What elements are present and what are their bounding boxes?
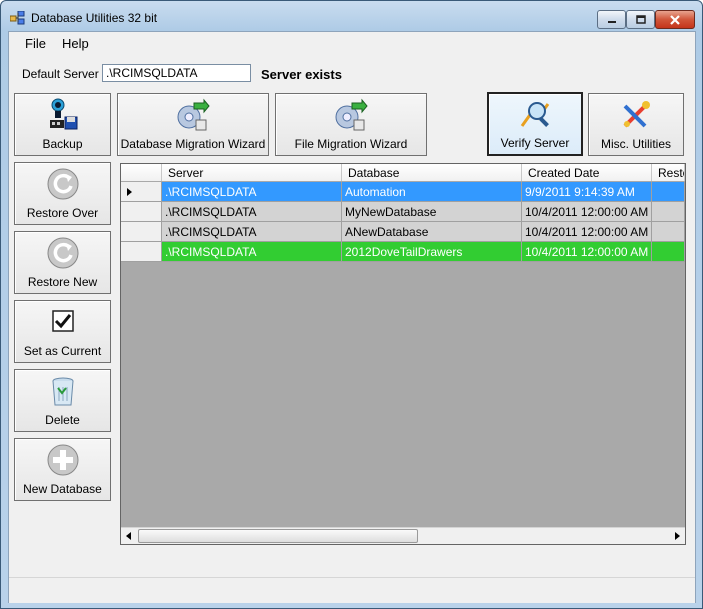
- plus-icon: [47, 444, 78, 476]
- default-server-input[interactable]: [102, 64, 251, 82]
- table-row[interactable]: .\RCIMSQLDATA MyNewDatabase 10/4/2011 12…: [121, 202, 685, 222]
- cell-restore[interactable]: [652, 182, 685, 202]
- file-migration-icon: [335, 98, 368, 131]
- cell-server[interactable]: .\RCIMSQLDATA: [162, 222, 342, 242]
- table-row[interactable]: .\RCIMSQLDATA ANewDatabase 10/4/2011 12:…: [121, 222, 685, 242]
- restore-new-icon: [47, 237, 78, 269]
- table-row[interactable]: .\RCIMSQLDATA Automation 9/9/2011 9:14:3…: [121, 182, 685, 202]
- checkmark-icon: [51, 310, 74, 332]
- cell-server[interactable]: .\RCIMSQLDATA: [162, 242, 342, 262]
- database-migration-icon: [177, 98, 210, 131]
- cell-server[interactable]: .\RCIMSQLDATA: [162, 202, 342, 222]
- cell-created-date[interactable]: 10/4/2011 12:00:00 AM: [522, 222, 652, 242]
- file-migration-label: File Migration Wizard: [294, 137, 408, 151]
- database-grid[interactable]: Server Database Created Date Resto .\RCI…: [120, 163, 686, 545]
- column-header-restore[interactable]: Resto: [652, 164, 685, 181]
- set-as-current-button[interactable]: Set as Current: [14, 300, 111, 363]
- cell-restore[interactable]: [652, 222, 685, 242]
- verify-server-button[interactable]: Verify Server: [487, 92, 583, 156]
- menu-file[interactable]: File: [25, 36, 46, 51]
- tools-icon: [623, 101, 650, 128]
- cell-database[interactable]: ANewDatabase: [342, 222, 522, 242]
- maximize-button[interactable]: [626, 10, 655, 29]
- cell-created-date[interactable]: 10/4/2011 12:00:00 AM: [522, 242, 652, 262]
- scroll-thumb[interactable]: [138, 529, 418, 543]
- row-header[interactable]: [121, 202, 162, 222]
- database-migration-label: Database Migration Wizard: [120, 137, 266, 151]
- window-title: Database Utilities 32 bit: [31, 11, 158, 25]
- app-icon: [10, 11, 25, 25]
- cell-database[interactable]: 2012DoveTailDrawers: [342, 242, 522, 262]
- new-database-label: New Database: [23, 482, 102, 496]
- database-migration-wizard-button[interactable]: Database Migration Wizard: [117, 93, 269, 156]
- cell-restore[interactable]: [652, 202, 685, 222]
- set-as-current-label: Set as Current: [23, 344, 102, 358]
- restore-over-label: Restore Over: [26, 206, 99, 220]
- cell-server[interactable]: .\RCIMSQLDATA: [162, 182, 342, 202]
- delete-label: Delete: [45, 413, 80, 427]
- file-migration-wizard-button[interactable]: File Migration Wizard: [275, 93, 427, 156]
- current-row-arrow-icon: [127, 188, 132, 196]
- verify-server-label: Verify Server: [500, 136, 570, 150]
- delete-button[interactable]: Delete: [14, 369, 111, 432]
- cell-created-date[interactable]: 10/4/2011 12:00:00 AM: [522, 202, 652, 222]
- backup-button[interactable]: Backup: [14, 93, 111, 156]
- column-header-server[interactable]: Server: [162, 164, 342, 181]
- table-row[interactable]: .\RCIMSQLDATA 2012DoveTailDrawers 10/4/2…: [121, 242, 685, 262]
- recycle-bin-icon: [52, 377, 73, 406]
- restore-over-button[interactable]: Restore Over: [14, 162, 111, 225]
- cell-database[interactable]: Automation: [342, 182, 522, 202]
- close-button[interactable]: [655, 10, 695, 29]
- restore-new-label: Restore New: [27, 275, 98, 289]
- misc-utilities-button[interactable]: Misc. Utilities: [588, 93, 684, 156]
- default-server-label: Default Server: [22, 67, 99, 81]
- close-icon: [670, 14, 680, 25]
- new-database-button[interactable]: New Database: [14, 438, 111, 501]
- backup-icon: [49, 98, 77, 130]
- status-bar: [9, 577, 695, 603]
- client-area: File Help Default Server Server exists B…: [8, 31, 696, 603]
- column-header-database[interactable]: Database: [342, 164, 522, 181]
- backup-label: Backup: [42, 137, 83, 151]
- minimize-icon: [607, 20, 616, 23]
- misc-utilities-label: Misc. Utilities: [600, 137, 671, 151]
- menu-bar: File Help: [9, 32, 695, 54]
- restore-over-icon: [47, 168, 78, 200]
- restore-new-button[interactable]: Restore New: [14, 231, 111, 294]
- cell-restore[interactable]: [652, 242, 685, 262]
- grid-header: Server Database Created Date Resto: [121, 164, 685, 181]
- title-bar[interactable]: Database Utilities 32 bit: [1, 1, 702, 31]
- server-status-text: Server exists: [261, 67, 342, 82]
- column-header-created-date[interactable]: Created Date: [522, 164, 652, 181]
- scroll-left-icon[interactable]: [121, 528, 138, 544]
- scroll-right-icon[interactable]: [668, 528, 685, 544]
- row-header[interactable]: [121, 242, 162, 262]
- verify-server-icon: [520, 102, 550, 127]
- row-header-corner: [121, 164, 162, 181]
- horizontal-scrollbar[interactable]: [121, 527, 685, 544]
- cell-created-date[interactable]: 9/9/2011 9:14:39 AM: [522, 182, 652, 202]
- minimize-button[interactable]: [597, 10, 626, 29]
- maximize-icon: [635, 14, 646, 24]
- app-window: Database Utilities 32 bit File Help Defa…: [0, 0, 703, 609]
- row-header[interactable]: [121, 182, 162, 202]
- row-header[interactable]: [121, 222, 162, 242]
- cell-database[interactable]: MyNewDatabase: [342, 202, 522, 222]
- menu-help[interactable]: Help: [62, 36, 89, 51]
